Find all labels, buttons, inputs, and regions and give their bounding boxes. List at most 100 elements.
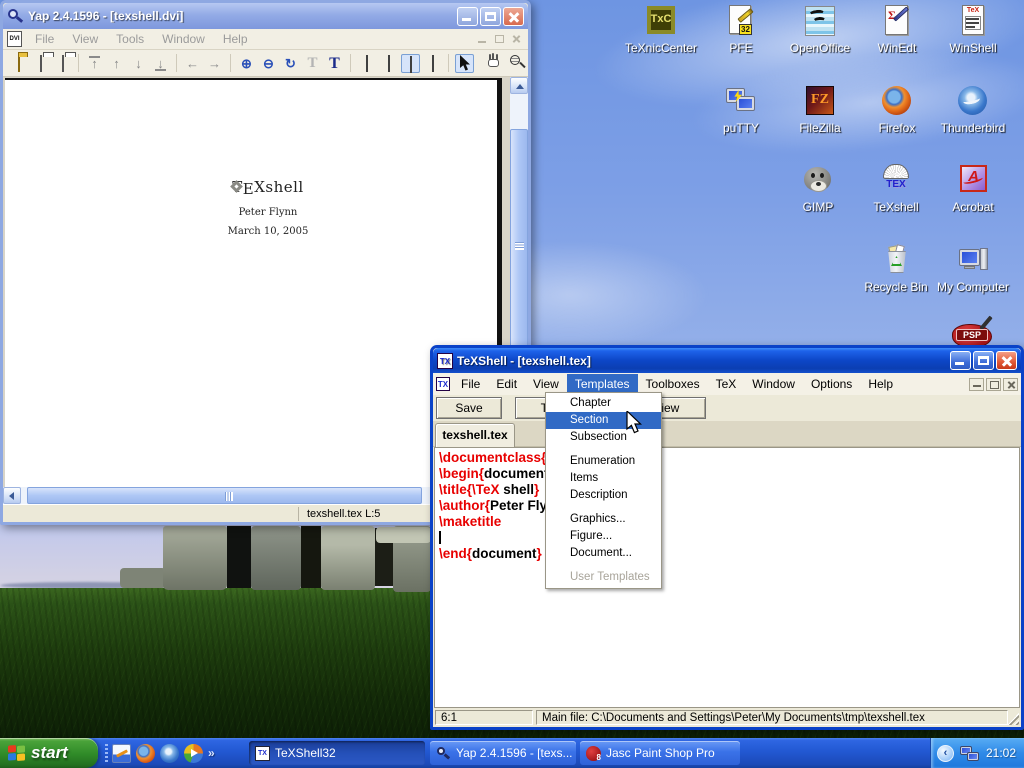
close-button[interactable] xyxy=(996,351,1017,370)
minimize-button[interactable] xyxy=(950,351,971,370)
yap-window-title: Yap 2.4.1596 - [texshell.dvi] xyxy=(28,9,455,23)
menu-view[interactable]: View xyxy=(63,30,107,48)
mdi-close-icon[interactable] xyxy=(1003,378,1018,391)
ruler-tool-icon[interactable]: T xyxy=(303,54,322,73)
menu-window[interactable]: Window xyxy=(153,30,214,48)
forward-icon[interactable]: → xyxy=(205,54,224,73)
desktop-icon-firefox[interactable]: Firefox xyxy=(857,84,937,135)
texshell-editor[interactable]: \documentclass{ \begin{document} \title{… xyxy=(434,447,1020,708)
menu-item-document[interactable]: Document... xyxy=(546,545,661,562)
desktop-icon-putty[interactable]: puTTY xyxy=(701,84,781,135)
network-tray-icon[interactable] xyxy=(960,744,980,762)
scroll-left-button[interactable] xyxy=(3,487,21,504)
texshell-titlebar[interactable]: TX TeXShell - [texshell.tex] xyxy=(433,348,1021,373)
media-player-quicklaunch-icon[interactable] xyxy=(184,744,203,763)
yap-titlebar[interactable]: Yap 2.4.1596 - [texshell.dvi] xyxy=(3,3,528,29)
menu-tools[interactable]: Tools xyxy=(107,30,153,48)
previous-page-icon[interactable]: ↑ xyxy=(107,54,126,73)
desktop-icon-gimp[interactable]: GIMP xyxy=(778,163,858,214)
desktop-icon-texniccenter[interactable]: TxC TeXnicCenter xyxy=(621,4,701,55)
last-page-icon[interactable]: ↓ xyxy=(151,54,170,73)
firefox-quicklaunch-icon[interactable] xyxy=(136,744,155,763)
menu-window[interactable]: Window xyxy=(744,374,803,394)
taskbar-button-paint-shop-pro[interactable]: Jasc Paint Shop Pro xyxy=(580,741,740,765)
fit-double-view-icon[interactable] xyxy=(423,54,442,73)
back-icon[interactable]: ← xyxy=(183,54,202,73)
menu-help[interactable]: Help xyxy=(214,30,257,48)
desktop-icon-pfe[interactable]: 32 PFE xyxy=(701,4,781,55)
next-page-icon[interactable]: ↓ xyxy=(129,54,148,73)
single-page-view-icon[interactable] xyxy=(357,54,376,73)
resize-grip[interactable] xyxy=(1007,713,1019,725)
scroll-up-button[interactable] xyxy=(510,77,528,94)
menu-view[interactable]: View xyxy=(525,374,567,394)
select-pointer-icon[interactable] xyxy=(455,54,474,73)
yap-toolbar: ↑ ↑ ↓ ↓ ← → ⊕ ⊖ ↻ T T xyxy=(3,50,528,77)
menu-file[interactable]: File xyxy=(453,374,488,394)
menu-help[interactable]: Help xyxy=(860,374,901,394)
menu-item-enumeration[interactable]: Enumeration xyxy=(546,453,661,470)
menu-item-items[interactable]: Items xyxy=(546,470,661,487)
show-desktop-icon[interactable] xyxy=(112,744,131,763)
mdi-minimize-icon[interactable] xyxy=(969,378,984,391)
menu-item-figure[interactable]: Figure... xyxy=(546,528,661,545)
menu-item-chapter[interactable]: Chapter xyxy=(546,395,661,412)
desktop-icon-recycle-bin[interactable]: Recycle Bin xyxy=(856,243,936,294)
text-tool-icon[interactable]: T xyxy=(325,54,344,73)
desktop-icon-winedt[interactable]: Σ WinEdt xyxy=(857,4,937,55)
menu-file[interactable]: File xyxy=(26,30,63,48)
vertical-scroll-thumb[interactable] xyxy=(510,129,528,354)
menu-options[interactable]: Options xyxy=(803,374,860,394)
editor-line: \end{document} xyxy=(439,546,1019,562)
taskbar-button-texshell32[interactable]: TX TeXShell32 xyxy=(249,741,425,765)
save-button[interactable]: Save xyxy=(436,397,502,419)
refresh-icon[interactable]: ↻ xyxy=(281,54,300,73)
desktop-icon-my-computer[interactable]: My Computer xyxy=(933,243,1013,294)
thunderbird-quicklaunch-icon[interactable] xyxy=(160,744,179,763)
zoom-out-icon[interactable]: ⊖ xyxy=(259,54,278,73)
magnifier-icon[interactable] xyxy=(499,54,518,73)
close-button[interactable] xyxy=(503,7,524,26)
mdi-restore-icon[interactable] xyxy=(492,33,507,46)
dvi-page: TEXshell Peter Flynn March 10, 2005 xyxy=(5,78,502,487)
mdi-close-icon[interactable] xyxy=(509,33,524,46)
desktop-icon-paint-shop-pro-partial[interactable]: PSP xyxy=(952,321,994,348)
tray-collapse-chevron[interactable]: ‹ xyxy=(937,745,954,762)
desktop-icon-acrobat[interactable]: A Acrobat xyxy=(933,163,1013,214)
editor-line: \title{\TeX shell} xyxy=(439,482,1019,498)
start-button[interactable]: start xyxy=(0,738,98,768)
quicklaunch-overflow-chevron[interactable]: » xyxy=(208,746,215,760)
document-date: March 10, 2005 xyxy=(185,226,351,237)
mdi-window-controls[interactable] xyxy=(475,33,524,46)
menu-item-graphics[interactable]: Graphics... xyxy=(546,511,661,528)
maximize-button[interactable] xyxy=(480,7,501,26)
open-icon[interactable] xyxy=(9,54,28,73)
double-page-view-icon[interactable] xyxy=(379,54,398,73)
print-region-icon[interactable] xyxy=(53,54,72,73)
gimp-icon xyxy=(801,163,835,197)
desktop-icon-filezilla[interactable]: FZ FileZilla xyxy=(780,84,860,135)
minimize-button[interactable] xyxy=(457,7,478,26)
menu-toolboxes[interactable]: Toolboxes xyxy=(638,374,708,394)
desktop-icon-thunderbird[interactable]: Thunderbird xyxy=(933,84,1013,135)
desktop-icon-openoffice[interactable]: OpenOffice xyxy=(780,4,860,55)
tab-texshell-tex[interactable]: texshell.tex xyxy=(435,423,515,447)
horizontal-scroll-thumb[interactable] xyxy=(27,487,422,504)
menu-separator xyxy=(548,565,659,566)
mdi-restore-icon[interactable] xyxy=(986,378,1001,391)
menu-tex[interactable]: TeX xyxy=(708,374,745,394)
fit-width-view-icon[interactable] xyxy=(401,54,420,73)
first-page-icon[interactable]: ↑ xyxy=(85,54,104,73)
desktop-icon-texshell[interactable]: TEX TeXshell xyxy=(856,163,936,214)
mdi-window-controls[interactable] xyxy=(969,378,1018,391)
print-icon[interactable] xyxy=(31,54,50,73)
menu-templates-open[interactable]: Templates xyxy=(567,374,638,394)
desktop-icon-winshell[interactable]: TeX WinShell xyxy=(933,4,1013,55)
zoom-in-icon[interactable]: ⊕ xyxy=(237,54,256,73)
mdi-minimize-icon[interactable] xyxy=(475,33,490,46)
pan-hand-icon[interactable] xyxy=(477,54,496,73)
taskbar-button-yap[interactable]: Yap 2.4.1596 - [texs... xyxy=(430,741,576,765)
maximize-button[interactable] xyxy=(973,351,994,370)
menu-edit[interactable]: Edit xyxy=(488,374,525,394)
menu-item-description[interactable]: Description xyxy=(546,487,661,504)
